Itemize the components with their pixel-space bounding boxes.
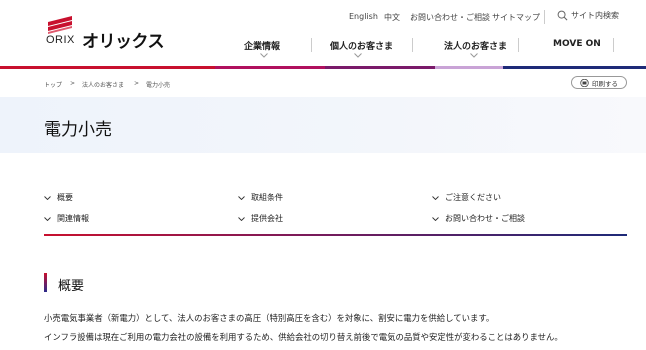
anchor-contact[interactable]: お問い合わせ・ご相談	[432, 213, 525, 224]
nav-divider	[613, 38, 614, 52]
chevron-down-icon	[238, 195, 245, 200]
body-paragraph: インフラ設備は現在ご利用の電力会社の設備を利用するため、供給会社の切り替え前後で…	[44, 332, 563, 342]
brand-color-bar-purple	[325, 66, 435, 69]
nav-divider	[311, 38, 312, 52]
util-link-english[interactable]: English	[349, 12, 378, 21]
print-button[interactable]: 印刷する	[571, 76, 627, 89]
logo-jp-wordmark[interactable]: オリックス	[82, 27, 165, 52]
chevron-down-icon	[238, 216, 245, 221]
anchor-provider[interactable]: 提供会社	[238, 213, 283, 224]
chevron-down-icon	[354, 53, 362, 58]
anchor-label: 提供会社	[251, 214, 283, 223]
search-icon	[557, 10, 568, 21]
anchor-notice[interactable]: ご注意ください	[432, 192, 501, 203]
util-link-chinese[interactable]: 中文	[384, 12, 400, 23]
breadcrumb-current: 電力小売	[146, 82, 171, 89]
brand-color-bar-red	[0, 66, 215, 69]
anchor-label: お問い合わせ・ご相談	[445, 214, 525, 223]
body-paragraph: 小売電気事業者（新電力）として、法人のお客さまの高圧（特別高圧を含む）を対象に、…	[44, 313, 495, 323]
chevron-down-icon	[44, 195, 51, 200]
nav-corporate-customers[interactable]: 法人のお客さま	[444, 39, 507, 52]
nav-corporate-info[interactable]: 企業情報	[244, 39, 280, 52]
printer-icon	[580, 78, 589, 87]
util-link-contact[interactable]: お問い合わせ・ご相談	[410, 12, 490, 23]
nav-personal-customers[interactable]: 個人のお客さま	[330, 39, 393, 52]
site-search-button[interactable]: サイト内検索	[557, 10, 619, 21]
brand-color-bar-magenta	[215, 66, 325, 69]
chevron-down-icon	[432, 195, 439, 200]
brand-color-bar-navy	[503, 66, 646, 69]
nav-divider	[518, 38, 519, 52]
nav-divider	[412, 38, 413, 52]
anchor-label: 概要	[57, 193, 73, 202]
anchor-label: 取組条件	[251, 193, 283, 202]
anchor-divider	[44, 234, 627, 236]
anchor-conditions[interactable]: 取組条件	[238, 192, 283, 203]
chevron-down-icon	[260, 53, 268, 58]
breadcrumb-top[interactable]: トップ	[44, 80, 62, 89]
anchor-related[interactable]: 関連情報	[44, 213, 89, 224]
chevron-down-icon	[432, 216, 439, 221]
chevron-down-icon	[470, 53, 478, 58]
section-title: 概要	[58, 279, 85, 294]
anchor-label: ご注意ください	[445, 193, 501, 202]
brand-color-bar-active	[435, 66, 503, 69]
anchor-overview[interactable]: 概要	[44, 192, 73, 203]
anchor-label: 関連情報	[57, 214, 89, 223]
breadcrumb-separator: >	[70, 80, 76, 87]
util-divider	[544, 10, 545, 24]
util-link-sitemap[interactable]: サイトマップ	[492, 12, 540, 23]
logo-wordmark[interactable]: ORIX	[46, 34, 75, 46]
section-accent-bar	[44, 273, 47, 292]
breadcrumb-corporate[interactable]: 法人のお客さま	[82, 80, 124, 89]
breadcrumb-separator: >	[134, 80, 140, 87]
nav-move-on[interactable]: MOVE ON	[553, 39, 601, 49]
page-title: 電力小売	[44, 120, 112, 140]
print-label: 印刷する	[592, 79, 618, 88]
search-label: サイト内検索	[571, 11, 619, 20]
chevron-down-icon	[44, 216, 51, 221]
